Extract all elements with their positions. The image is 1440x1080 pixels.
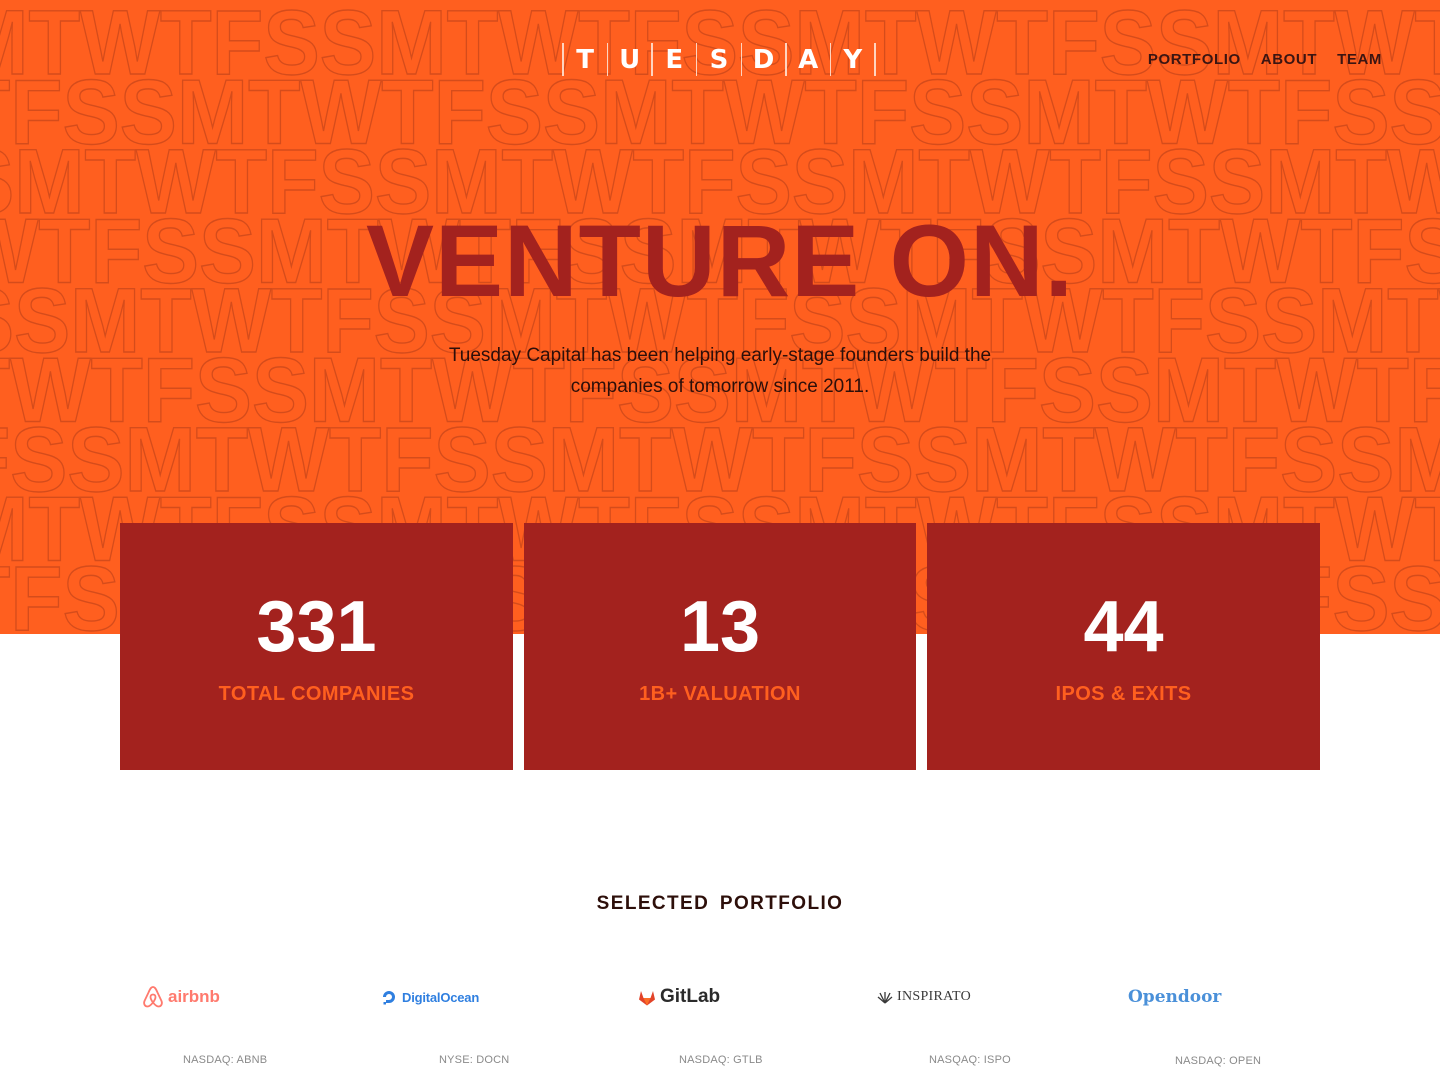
logo-divider — [606, 43, 609, 76]
logo-letter: U — [619, 44, 641, 75]
nav-about-link[interactable]: ABOUT — [1261, 51, 1317, 68]
logo-letter: D — [752, 44, 775, 75]
opendoor-logo-icon: Opendoor — [1128, 987, 1222, 1007]
logo-letter: S — [709, 44, 729, 75]
stat-label: IPOS & EXITS — [1055, 683, 1192, 705]
hero-subtitle: Tuesday Capital has been helping early-s… — [448, 345, 992, 397]
digitalocean-logo-icon — [383, 991, 395, 1005]
airbnb-logo-icon — [143, 986, 163, 1008]
stat-value: 13 — [679, 587, 761, 667]
inspirato-logo-icon — [877, 992, 893, 1004]
logo-letter: E — [665, 44, 684, 75]
logo-letter: A — [798, 44, 819, 75]
stat-card-ipos-exits: 44 IPOS & EXITS — [927, 523, 1320, 770]
portfolio-digitalocean-link[interactable]: DigitalOcean — [381, 982, 479, 1012]
logo-divider — [785, 43, 787, 76]
selected-portfolio-heading: SELECTED PORTFOLIO — [596, 893, 844, 914]
stat-value: 44 — [1083, 587, 1164, 667]
main-nav: PORTFOLIO ABOUT TEAM — [1148, 51, 1382, 68]
ticker-gtlb: NASDAQ: GTLB — [679, 1054, 763, 1066]
digitalocean-wordmark: DigitalOcean — [402, 989, 480, 1005]
portfolio-inspirato-link[interactable]: INSPIRATO — [877, 982, 971, 1012]
ticker-ispo: NASQAQ: ISPO — [929, 1054, 1011, 1066]
gitlab-wordmark: GitLab — [660, 986, 721, 1007]
gitlab-logo-icon — [639, 990, 655, 1005]
logo-divider — [740, 43, 742, 76]
portfolio-airbnb-link[interactable]: airbnb — [142, 982, 220, 1012]
stat-label: 1B+ VALUATION — [639, 683, 801, 705]
logo-divider — [651, 43, 653, 76]
portfolio-opendoor-link[interactable]: Opendoor — [1128, 982, 1221, 1012]
ticker-abnb: NASDAQ: ABNB — [183, 1054, 268, 1066]
nav-portfolio-link[interactable]: PORTFOLIO — [1148, 51, 1241, 68]
stat-card-total-companies: 331 TOTAL COMPANIES — [120, 523, 513, 770]
stat-card-1b-valuation: 13 1B+ VALUATION — [524, 523, 916, 770]
logo-divider — [829, 43, 832, 76]
nav-team-link[interactable]: TEAM — [1337, 51, 1382, 68]
ticker-open: NASDAQ: OPEN — [1175, 1055, 1262, 1067]
logo-divider — [695, 43, 698, 76]
inspirato-wordmark: INSPIRATO — [897, 989, 972, 1004]
stat-value: 331 — [256, 587, 377, 667]
logo-divider — [562, 43, 564, 76]
portfolio-gitlab-link[interactable]: GitLab — [638, 982, 720, 1012]
hero-headline: VENTURE ON. — [365, 204, 1075, 318]
logo-letter: T — [576, 44, 594, 75]
ticker-docn: NYSE: DOCN — [439, 1054, 510, 1066]
logo-letter: Y — [843, 44, 863, 75]
airbnb-wordmark: airbnb — [168, 987, 220, 1006]
tuesday-logo[interactable]: T U E S D A Y — [562, 43, 876, 76]
logo-divider — [874, 43, 876, 76]
stat-label: TOTAL COMPANIES — [218, 683, 415, 705]
